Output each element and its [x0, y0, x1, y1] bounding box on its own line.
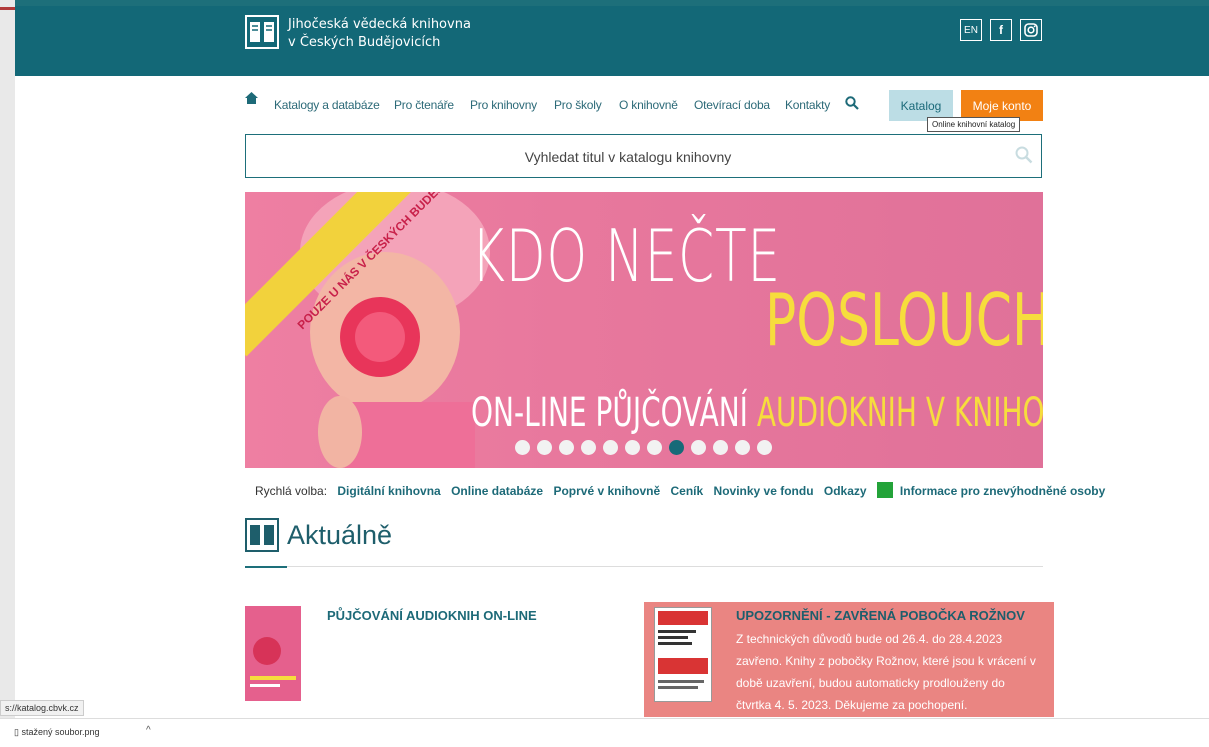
- home-icon[interactable]: [245, 92, 258, 105]
- facebook-icon[interactable]: f: [990, 19, 1012, 41]
- site-title-line2: v Českých Budějovicích: [288, 35, 441, 50]
- carousel-dot[interactable]: [537, 440, 552, 455]
- carousel-dot[interactable]: [559, 440, 574, 455]
- banner-caption-yellow: AUDIOKNIH V KNIHOVNĚ: [756, 390, 1043, 436]
- quick-link-accessibility[interactable]: Informace pro znevýhodněné osoby: [876, 482, 1112, 498]
- quick-link-novinky[interactable]: Novinky ve fondu: [714, 484, 814, 498]
- library-logo-icon[interactable]: [245, 15, 279, 49]
- news-divider-accent: [245, 566, 287, 568]
- quick-links-label: Rychlá volba:: [255, 484, 328, 498]
- catalog-search-input[interactable]: [246, 135, 1010, 179]
- chevron-up-icon[interactable]: ^: [146, 725, 151, 736]
- carousel-dot[interactable]: [515, 440, 530, 455]
- quick-links: Rychlá volba: Digitální knihovna Online …: [255, 482, 1119, 498]
- carousel-dot[interactable]: [625, 440, 640, 455]
- banner-caption: ON-LINE PŮJČOVÁNÍ AUDIOKNIH V KNIHOVNĚ: [471, 390, 1043, 436]
- article-title-roznov[interactable]: UPOZORNĚNÍ - ZAVŘENÁ POBOČKA ROŽNOV: [736, 608, 1025, 623]
- window-left-edge: [0, 0, 15, 746]
- site-title[interactable]: Jihočeská vědecká knihovna v Českých Bud…: [288, 16, 471, 52]
- nav-oteviraci-doba[interactable]: Otevírací doba: [694, 98, 770, 112]
- browser-status-url: s://katalog.cbvk.cz: [0, 700, 84, 716]
- promo-banner[interactable]: POUZE U NÁS V ČESKÝCH BUDĚJOVICÍCH KDO N…: [245, 192, 1043, 468]
- quick-link-poprve[interactable]: Poprvé v knihovně: [553, 484, 660, 498]
- news-title: Aktuálně: [287, 520, 393, 550]
- catalog-search: [245, 134, 1042, 179]
- quick-link-odkazy[interactable]: Odkazy: [824, 484, 867, 498]
- banner-title: KDO NEČTE: [471, 214, 781, 298]
- carousel-dot[interactable]: [713, 440, 728, 455]
- window-edge-accent: [0, 7, 15, 10]
- download-item[interactable]: ▯ stažený soubor.png: [14, 727, 100, 738]
- language-switch-button[interactable]: EN: [960, 19, 982, 41]
- carousel-dot[interactable]: [691, 440, 706, 455]
- nav-pro-ctenare[interactable]: Pro čtenáře: [394, 98, 454, 112]
- carousel-dot[interactable]: [581, 440, 596, 455]
- download-bar: ▯ stažený soubor.png ^: [0, 718, 1209, 747]
- nav-katalogy[interactable]: Katalogy a databáze: [274, 98, 380, 112]
- accessibility-icon: [876, 482, 893, 498]
- nav-pro-knihovny[interactable]: Pro knihovny: [470, 98, 537, 112]
- carousel-dots: [515, 440, 772, 455]
- carousel-dot[interactable]: [735, 440, 750, 455]
- banner-subtitle: POSLOUCHÁ: [765, 278, 1043, 362]
- search-icon[interactable]: [845, 96, 859, 110]
- search-icon[interactable]: [1015, 146, 1033, 164]
- instagram-icon[interactable]: [1020, 19, 1042, 41]
- download-file-name: stažený soubor.png: [21, 727, 100, 737]
- main-navigation: Katalogy a databáze Pro čtenáře Pro knih…: [245, 90, 1045, 122]
- article-thumbnail-audioknihy[interactable]: [245, 606, 301, 701]
- banner-caption-white: ON-LINE PŮJČOVÁNÍ: [471, 390, 748, 436]
- quick-link-digitalni-knihovna[interactable]: Digitální knihovna: [337, 484, 440, 498]
- carousel-dot[interactable]: [669, 440, 684, 455]
- katalog-tooltip: Online knihovní katalog: [927, 117, 1021, 132]
- nav-pro-skoly[interactable]: Pro školy: [554, 98, 602, 112]
- quick-link-accessibility-label: Informace pro znevýhodněné osoby: [899, 484, 1106, 498]
- site-header: Jihočeská vědecká knihovna v Českých Bud…: [15, 6, 1209, 76]
- carousel-dot[interactable]: [757, 440, 772, 455]
- article-card-roznov[interactable]: UPOZORNĚNÍ - ZAVŘENÁ POBOČKA ROŽNOV Z te…: [644, 602, 1054, 717]
- carousel-dot[interactable]: [647, 440, 662, 455]
- carousel-dot[interactable]: [603, 440, 618, 455]
- nav-kontakty[interactable]: Kontakty: [785, 98, 830, 112]
- article-text-roznov: Z technických důvodů bude od 26.4. do 28…: [736, 632, 1036, 712]
- news-divider: [245, 566, 1043, 567]
- article-thumbnail-roznov: [654, 607, 712, 702]
- quick-link-online-databaze[interactable]: Online databáze: [451, 484, 543, 498]
- quick-link-cenik[interactable]: Ceník: [671, 484, 704, 498]
- article-title-audioknihy[interactable]: PŮJČOVÁNÍ AUDIOKNIH ON-LINE: [327, 608, 537, 623]
- library-news-icon: [245, 518, 279, 552]
- site-title-line1: Jihočeská vědecká knihovna: [288, 17, 471, 32]
- nav-o-knihovne[interactable]: O knihovně: [619, 98, 678, 112]
